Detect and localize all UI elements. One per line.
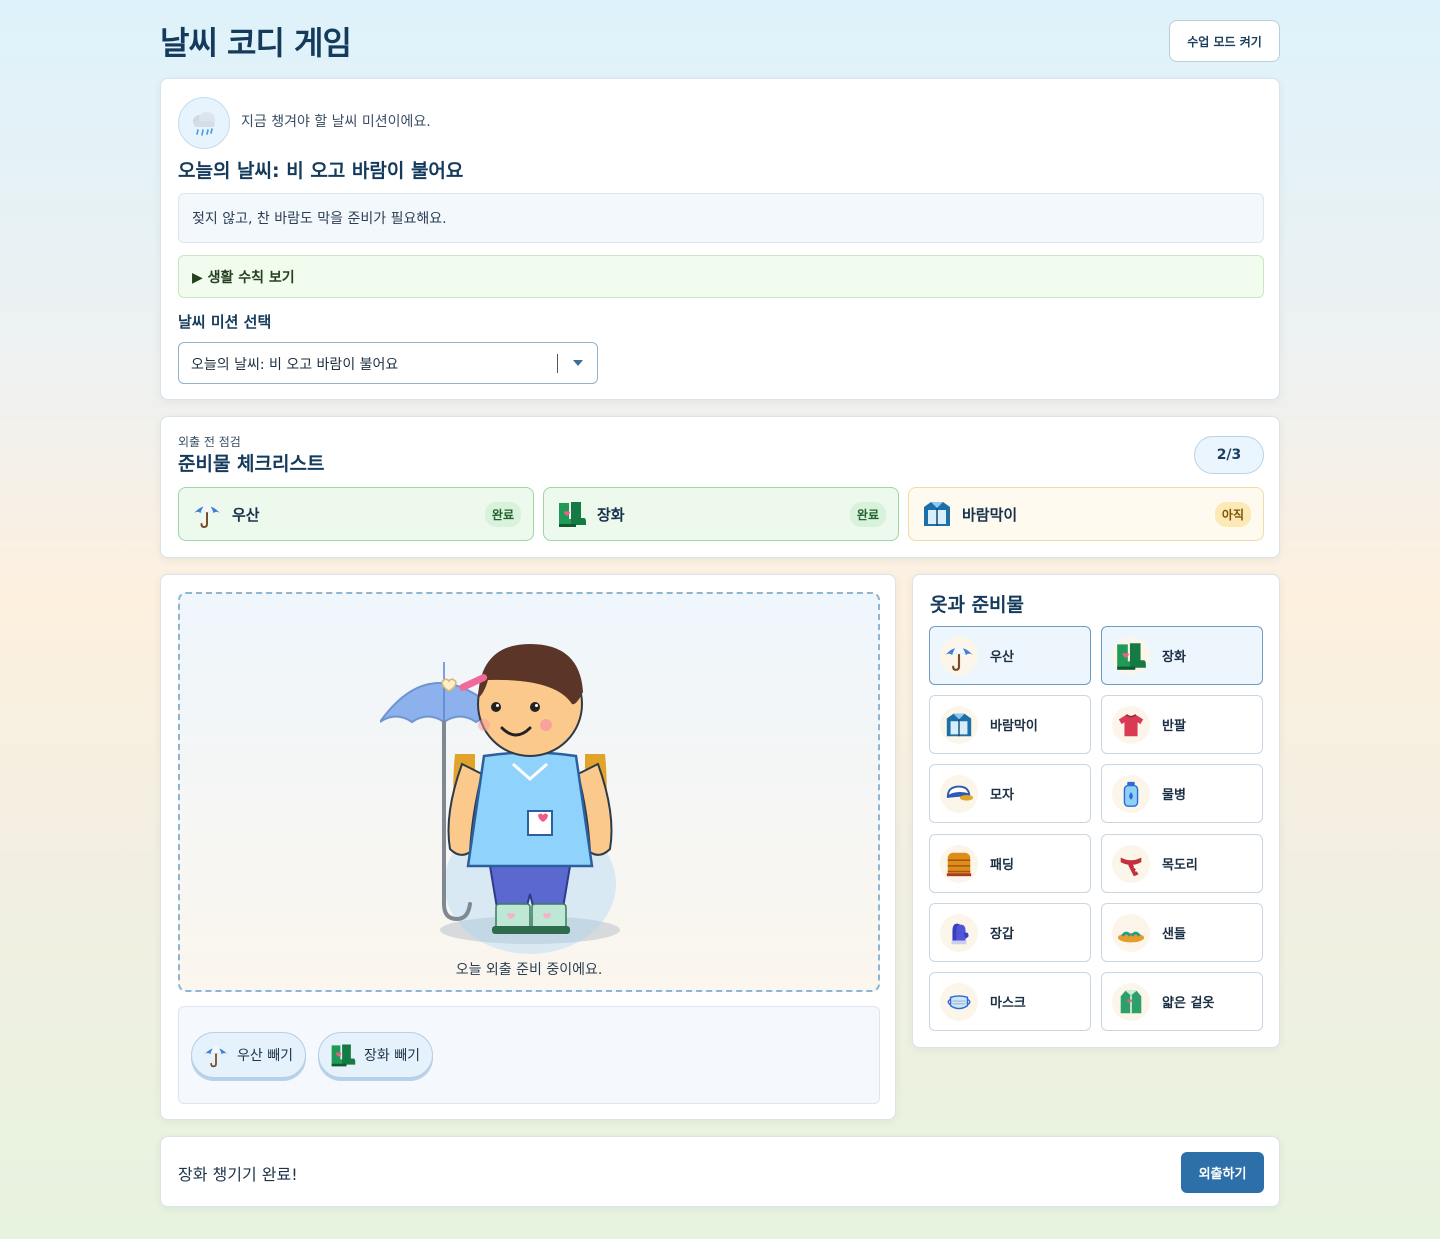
wardrobe-item-sandals[interactable]: 샌들 xyxy=(1101,903,1263,962)
mission-title: 오늘의 날씨: 비 오고 바람이 불어요 xyxy=(178,160,464,182)
tshirt-icon xyxy=(1112,705,1150,744)
sandals-icon xyxy=(1112,913,1150,952)
checklist-title: 준비물 체크리스트 xyxy=(178,453,325,475)
umbrella-icon xyxy=(202,1041,230,1069)
wardrobe-item-label: 바람막이 xyxy=(990,719,1038,734)
wardrobe-item-label: 장갑 xyxy=(990,927,1014,942)
app-title: 날씨 코디 게임 xyxy=(160,24,352,62)
mission-intro: 지금 챙겨야 할 날씨 미션이에요. xyxy=(241,114,431,130)
wardrobe-item-label: 반팔 xyxy=(1162,719,1186,734)
wardrobe-item-label: 샌들 xyxy=(1162,927,1186,942)
wardrobe-item-gloves[interactable]: 장갑 xyxy=(929,903,1091,962)
stage-status-text: 오늘 외출 준비 중이에요. xyxy=(455,962,603,978)
wardrobe-item-label: 얇은 겉옷 xyxy=(1162,996,1215,1011)
umbrella-icon xyxy=(940,636,978,675)
wardrobe-item-windbreaker[interactable]: 바람막이 xyxy=(929,695,1091,754)
wardrobe-title: 옷과 준비물 xyxy=(930,594,1025,616)
rain-boots-icon xyxy=(556,498,588,530)
wardrobe-item-light-jacket[interactable]: 얇은 겉옷 xyxy=(1101,972,1263,1031)
umbrella-icon xyxy=(191,498,223,530)
remove-umbrella-button[interactable]: 우산 빼기 xyxy=(191,1032,306,1078)
status-badge: 아직 xyxy=(1214,501,1251,527)
checklist-item-label: 우산 xyxy=(232,505,260,524)
rain-boots-icon xyxy=(329,1041,357,1069)
wardrobe-item-water-bottle[interactable]: 물병 xyxy=(1101,764,1263,823)
water-bottle-icon xyxy=(1112,774,1150,813)
remove-rain-boots-button[interactable]: 장화 빼기 xyxy=(318,1032,433,1078)
wardrobe-item-label: 우산 xyxy=(990,650,1014,665)
wardrobe-item-label: 패딩 xyxy=(990,858,1014,873)
go-out-button[interactable]: 외출하기 xyxy=(1181,1152,1264,1193)
rain-boots-icon xyxy=(1112,636,1150,675)
feedback-message: 장화 챙기기 완료! xyxy=(178,1165,298,1184)
padded-jacket-icon xyxy=(940,844,978,883)
remove-button-label: 장화 빼기 xyxy=(364,1048,420,1064)
checklist-card: 외출 전 점검 준비물 체크리스트 2/3 우산 완료 장화 완료 바람막이 아… xyxy=(160,416,1280,558)
checklist-item-label: 장화 xyxy=(597,505,625,524)
character-illustration xyxy=(380,644,620,954)
wardrobe-item-label: 물병 xyxy=(1162,788,1186,803)
wardrobe-item-tshirt[interactable]: 반팔 xyxy=(1101,695,1263,754)
select-divider xyxy=(557,354,558,373)
wardrobe-item-padded-jacket[interactable]: 패딩 xyxy=(929,834,1091,893)
gloves-icon xyxy=(940,913,978,952)
checklist-item-rain-boots: 장화 완료 xyxy=(543,487,899,541)
rules-toggle[interactable]: ▶ 생활 수칙 보기 xyxy=(178,255,1264,298)
checklist-item-label: 바람막이 xyxy=(962,505,1018,524)
checklist-item-windbreaker: 바람막이 아직 xyxy=(908,487,1264,541)
dressing-stage[interactable]: 오늘 외출 준비 중이에요. xyxy=(178,592,880,992)
mission-description: 젖지 않고, 찬 바람도 막을 준비가 필요해요. xyxy=(178,193,1264,243)
checklist-subtitle: 외출 전 점검 xyxy=(178,435,241,449)
class-mode-button[interactable]: 수업 모드 켜기 xyxy=(1169,20,1280,62)
cap-icon xyxy=(940,774,978,813)
wardrobe-item-label: 장화 xyxy=(1162,650,1186,665)
mission-select[interactable]: 오늘의 날씨: 비 오고 바람이 불어요 xyxy=(178,342,598,384)
windbreaker-icon xyxy=(921,498,953,530)
footer-bar: 장화 챙기기 완료! 외출하기 xyxy=(160,1136,1280,1207)
dressing-stage-card: 오늘 외출 준비 중이에요. 우산 빼기 장화 빼기 xyxy=(160,574,896,1120)
checklist-progress-badge: 2/3 xyxy=(1194,436,1264,474)
mask-icon xyxy=(940,982,978,1021)
status-badge: 완료 xyxy=(849,501,886,527)
wardrobe-item-rain-boots[interactable]: 장화 xyxy=(1101,626,1263,685)
wardrobe-item-cap[interactable]: 모자 xyxy=(929,764,1091,823)
wardrobe-item-label: 마스크 xyxy=(990,996,1026,1011)
light-jacket-icon xyxy=(1112,982,1150,1021)
wardrobe-item-mask[interactable]: 마스크 xyxy=(929,972,1091,1031)
remove-button-label: 우산 빼기 xyxy=(237,1048,293,1064)
scarf-icon xyxy=(1112,844,1150,883)
mission-select-label: 날씨 미션 선택 xyxy=(178,313,272,331)
wardrobe-panel: 옷과 준비물 우산 장화 바람막이 반팔 모자 물병 패딩 목도리 장갑 샌들 … xyxy=(912,574,1280,1048)
mission-select-value: 오늘의 날씨: 비 오고 바람이 불어요 xyxy=(191,357,399,373)
rain-cloud-icon xyxy=(178,97,230,149)
mission-card: 지금 챙겨야 할 날씨 미션이에요. 오늘의 날씨: 비 오고 바람이 불어요 … xyxy=(160,78,1280,400)
chevron-down-icon[interactable] xyxy=(573,360,583,366)
wardrobe-item-label: 목도리 xyxy=(1162,858,1198,873)
wardrobe-item-umbrella[interactable]: 우산 xyxy=(929,626,1091,685)
wardrobe-item-label: 모자 xyxy=(990,788,1014,803)
status-badge: 완료 xyxy=(484,501,521,527)
wardrobe-item-scarf[interactable]: 목도리 xyxy=(1101,834,1263,893)
windbreaker-icon xyxy=(940,705,978,744)
checklist-item-umbrella: 우산 완료 xyxy=(178,487,534,541)
worn-items-tray: 우산 빼기 장화 빼기 xyxy=(178,1006,880,1104)
